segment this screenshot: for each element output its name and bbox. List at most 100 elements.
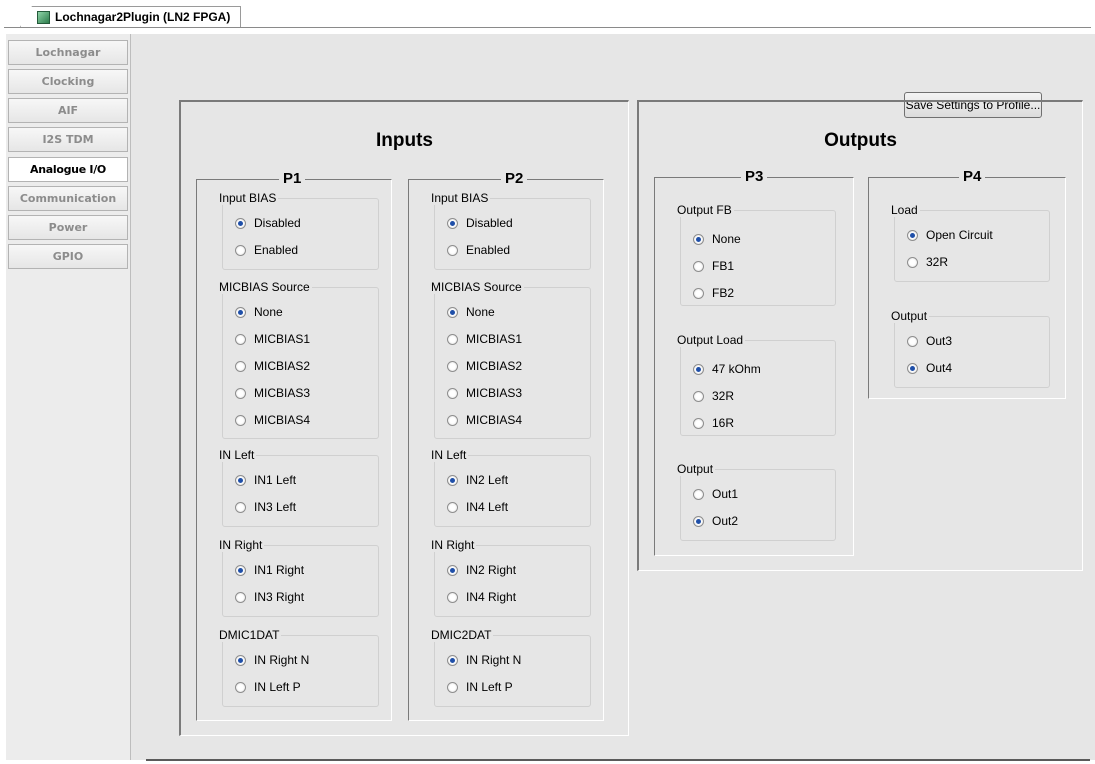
p1-micbias-source-radio-micbias4[interactable]: MICBIAS4 bbox=[235, 412, 310, 428]
radio-circle-icon bbox=[235, 244, 246, 256]
p2-micbias-source-radio-micbias2[interactable]: MICBIAS2 bbox=[447, 358, 522, 374]
p1-in-right-radio-in3-right[interactable]: IN3 Right bbox=[235, 589, 304, 605]
p4-panel: P4 Load Open Circuit 32R Output Out3 Out4 bbox=[868, 168, 1066, 399]
radio-label: MICBIAS1 bbox=[466, 332, 523, 346]
p2-dmic2dat-group: DMIC2DAT IN Right N IN Left P bbox=[429, 628, 591, 707]
p1-micbias-source-radio-micbias3[interactable]: MICBIAS3 bbox=[235, 385, 310, 401]
radio-circle-icon bbox=[235, 501, 246, 513]
sidebar-item-i2s-tdm[interactable]: I2S TDM bbox=[8, 127, 128, 152]
sidebar-item-power[interactable]: Power bbox=[8, 215, 128, 240]
p2-dmic2dat-radio-in-right-n[interactable]: IN Right N bbox=[447, 652, 521, 668]
p2-in-left-label: IN Left bbox=[429, 448, 469, 462]
p1-in-left-radio-in3-left[interactable]: IN3 Left bbox=[235, 499, 296, 515]
radio-label: IN Right N bbox=[466, 653, 522, 667]
p1-in-right-label: IN Right bbox=[217, 538, 265, 552]
p3-output-load-radio-16r[interactable]: 16R bbox=[693, 415, 734, 431]
radio-label: MICBIAS3 bbox=[466, 386, 523, 400]
p3-output-fb-radio-fb2[interactable]: FB2 bbox=[693, 285, 734, 301]
p1-micbias-source-group: MICBIAS Source None MICBIAS1 MICBIAS2 MICBIA… bbox=[217, 280, 379, 439]
p3-panel: P3 Output FB None FB1 FB2 Output Load 47 kOh… bbox=[654, 168, 854, 556]
radio-label: IN1 Right bbox=[254, 563, 305, 577]
p2-panel: P2 Input BIAS Disabled Enabled MICBIAS Sou… bbox=[408, 170, 604, 721]
client-area: Lochnagar Clocking AIF I2S TDM Analogue … bbox=[6, 34, 1095, 760]
radio-label: MICBIAS2 bbox=[466, 359, 523, 373]
radio-label: Enabled bbox=[466, 243, 511, 257]
sidebar-item-aif[interactable]: AIF bbox=[8, 98, 128, 123]
p3-output-radio-out1[interactable]: Out1 bbox=[693, 486, 738, 502]
sidebar-item-gpio[interactable]: GPIO bbox=[8, 244, 128, 269]
radio-label: MICBIAS3 bbox=[254, 386, 311, 400]
p4-output-radio-out3[interactable]: Out3 bbox=[907, 333, 952, 349]
radio-circle-icon bbox=[693, 233, 704, 245]
p3-output-radio-out2[interactable]: Out2 bbox=[693, 513, 738, 529]
outputs-panel: Outputs P3 Output FB None FB1 FB2 Output Lo… bbox=[637, 100, 1083, 571]
radio-circle-icon bbox=[447, 654, 458, 666]
p2-micbias-source-radio-micbias4[interactable]: MICBIAS4 bbox=[447, 412, 522, 428]
radio-circle-icon bbox=[447, 591, 458, 603]
p2-input-bias-label: Input BIAS bbox=[429, 191, 491, 205]
p1-micbias-source-radio-micbias2[interactable]: MICBIAS2 bbox=[235, 358, 310, 374]
p1-in-right-radio-in1-right[interactable]: IN1 Right bbox=[235, 562, 304, 578]
radio-circle-icon bbox=[447, 244, 458, 256]
sidebar-item-lochnagar[interactable]: Lochnagar bbox=[8, 40, 128, 65]
p2-micbias-source-radio-none[interactable]: None bbox=[447, 304, 495, 320]
plugin-app-icon bbox=[37, 10, 50, 24]
p2-micbias-source-label: MICBIAS Source bbox=[429, 280, 524, 294]
radio-circle-icon bbox=[235, 360, 246, 372]
inputs-panel: Inputs P1 Input BIAS Disabled Enabled MICB… bbox=[179, 100, 629, 736]
p4-output-radio-out4[interactable]: Out4 bbox=[907, 360, 952, 376]
p1-in-left-label: IN Left bbox=[217, 448, 257, 462]
p2-micbias-source-radio-micbias1[interactable]: MICBIAS1 bbox=[447, 331, 522, 347]
p3-output-load-group: Output Load 47 kOhm 32R 16R bbox=[675, 333, 836, 436]
p2-in-left-radio-in2-left[interactable]: IN2 Left bbox=[447, 472, 508, 488]
sidebar-item-analogue-io[interactable]: Analogue I/O bbox=[8, 157, 128, 182]
p1-input-bias-group: Input BIAS Disabled Enabled bbox=[217, 191, 379, 270]
p1-input-bias-radio-disabled[interactable]: Disabled bbox=[235, 215, 301, 231]
radio-circle-icon bbox=[447, 414, 458, 426]
p2-input-bias-radio-disabled[interactable]: Disabled bbox=[447, 215, 513, 231]
p2-in-right-radio-in4-right[interactable]: IN4 Right bbox=[447, 589, 516, 605]
p1-dmic1dat-radio-in-right-n[interactable]: IN Right N bbox=[235, 652, 309, 668]
p2-in-right-radio-in2-right[interactable]: IN2 Right bbox=[447, 562, 516, 578]
p3-output-fb-radio-none[interactable]: None bbox=[693, 231, 741, 247]
p2-in-right-group: IN Right IN2 Right IN4 Right bbox=[429, 538, 591, 617]
p4-load-radio-open-circuit[interactable]: Open Circuit bbox=[907, 227, 993, 243]
p2-dmic2dat-radio-in-left-p[interactable]: IN Left P bbox=[447, 679, 513, 695]
p2-input-bias-radio-enabled[interactable]: Enabled bbox=[447, 242, 510, 258]
radio-label: Enabled bbox=[254, 243, 299, 257]
radio-circle-icon bbox=[447, 564, 458, 576]
radio-label: None bbox=[254, 305, 283, 319]
radio-label: Out4 bbox=[926, 361, 953, 375]
sidebar-item-communication[interactable]: Communication bbox=[8, 186, 128, 211]
p3-title: P3 bbox=[741, 168, 768, 185]
radio-circle-icon bbox=[447, 360, 458, 372]
p1-micbias-source-radio-micbias1[interactable]: MICBIAS1 bbox=[235, 331, 310, 347]
p1-dmic1dat-radio-in-left-p[interactable]: IN Left P bbox=[235, 679, 301, 695]
plugin-tab-title: Lochnagar2Plugin (LN2 FPGA) bbox=[55, 10, 231, 24]
p2-micbias-source-radio-micbias3[interactable]: MICBIAS3 bbox=[447, 385, 522, 401]
p4-load-radio-32r[interactable]: 32R bbox=[907, 254, 948, 270]
p3-output-load-radio-32r[interactable]: 32R bbox=[693, 388, 734, 404]
radio-label: Open Circuit bbox=[926, 228, 993, 242]
sidebar: Lochnagar Clocking AIF I2S TDM Analogue … bbox=[6, 34, 131, 760]
p3-output-label: Output bbox=[675, 462, 716, 476]
p1-input-bias-radio-enabled[interactable]: Enabled bbox=[235, 242, 298, 258]
outputs-title: Outputs bbox=[824, 130, 897, 151]
radio-circle-icon bbox=[693, 287, 704, 299]
p1-title: P1 bbox=[279, 170, 306, 187]
p3-output-load-radio-47-kohm[interactable]: 47 kOhm bbox=[693, 361, 761, 377]
radio-circle-icon bbox=[693, 417, 704, 429]
radio-label: Disabled bbox=[466, 216, 513, 230]
p3-output-group: Output Out1 Out2 bbox=[675, 462, 836, 541]
tab-strip-divider bbox=[4, 27, 1091, 28]
radio-circle-icon bbox=[235, 387, 246, 399]
p2-in-left-radio-in4-left[interactable]: IN4 Left bbox=[447, 499, 508, 515]
radio-circle-icon bbox=[447, 474, 458, 486]
sidebar-item-clocking[interactable]: Clocking bbox=[8, 69, 128, 94]
plugin-tab[interactable]: Lochnagar2Plugin (LN2 FPGA) bbox=[20, 6, 242, 27]
radio-label: IN Left P bbox=[254, 680, 301, 694]
p1-micbias-source-radio-none[interactable]: None bbox=[235, 304, 283, 320]
p1-in-left-radio-in1-left[interactable]: IN1 Left bbox=[235, 472, 296, 488]
p3-output-fb-radio-fb1[interactable]: FB1 bbox=[693, 258, 734, 274]
radio-label: Out2 bbox=[712, 514, 739, 528]
